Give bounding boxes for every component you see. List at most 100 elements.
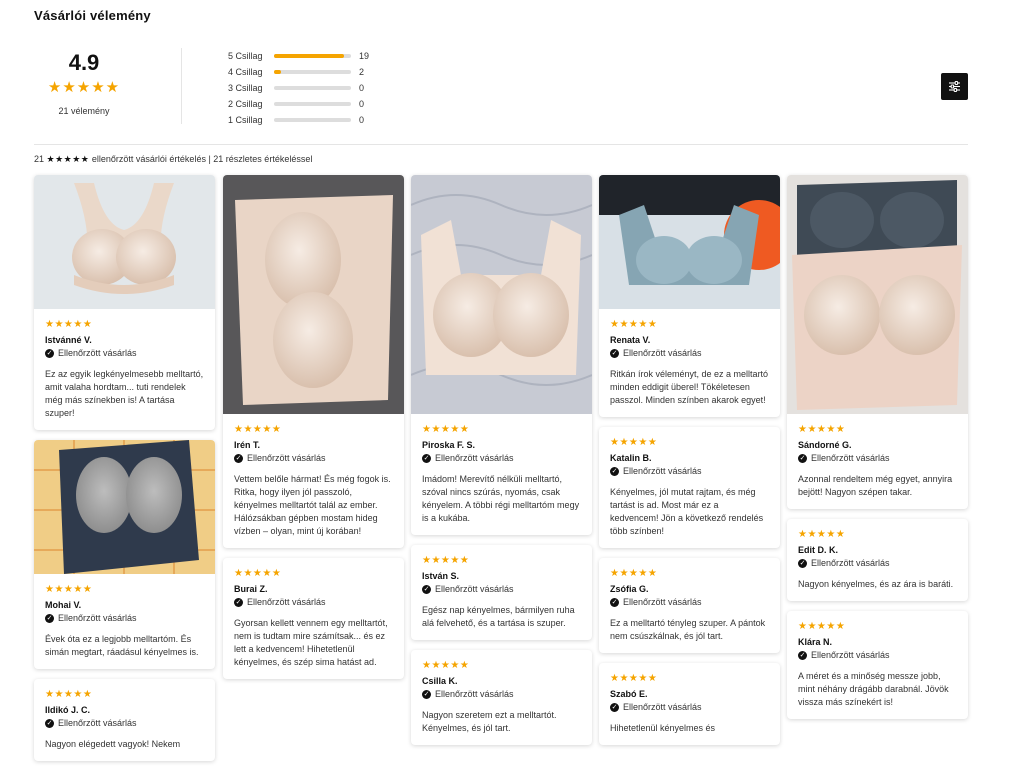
review-card[interactable]: ★★★★★ Zsófia G. ✓ Ellenőrzött vásárlás Ez a …: [599, 558, 780, 653]
histogram-count: 0: [359, 99, 365, 109]
verified-badge: ✓ Ellenőrzött vásárlás: [422, 689, 581, 699]
check-icon: ✓: [422, 453, 431, 463]
verified-label: Ellenőrzött vásárlás: [811, 453, 890, 463]
review-column: ★★★★★ Irén T. ✓ Ellenőrzött vásárlás Vettem …: [223, 175, 404, 689]
review-card[interactable]: ★★★★★ Katalin B. ✓ Ellenőrzött vásárlás Kény…: [599, 427, 780, 548]
section-title: Vásárlói vélemény: [34, 8, 151, 23]
histogram-fill: [274, 54, 344, 58]
reviewer-name: Klára N.: [798, 637, 833, 647]
check-icon: ✓: [798, 453, 807, 463]
review-card[interactable]: ★★★★★ István S. ✓ Ellenőrzött vásárlás Egész…: [411, 545, 592, 640]
verified-badge: ✓ Ellenőrzött vásárlás: [234, 597, 393, 607]
reviewer-name: Csilla K.: [422, 676, 458, 686]
review-text: Ez az egyik legkényelmesebb melltartó, a…: [45, 369, 204, 418]
review-stars: ★★★★★: [422, 660, 470, 671]
rating-summary: 4.9 ★★★★★ 21 vélemény 5 Csillag 19 4 Csill…: [34, 44, 968, 145]
verified-label: Ellenőrzött vásárlás: [623, 597, 702, 607]
review-body: ★★★★★ Szabó E. ✓ Ellenőrzött vásárlás Hihete…: [599, 663, 780, 745]
reviewer-name: Zsófia G.: [610, 584, 649, 594]
histogram-bar: [274, 54, 351, 58]
review-photo[interactable]: [34, 175, 215, 309]
histogram-row[interactable]: 1 Csillag 0: [228, 112, 369, 128]
review-card[interactable]: ★★★★★ Mohai V. ✓ Ellenőrzött vásárlás Évek ó…: [34, 440, 215, 669]
histogram-row[interactable]: 2 Csillag 0: [228, 96, 369, 112]
review-text: Gyorsan kellett vennem egy melltartót, n…: [234, 618, 388, 667]
histogram-count: 0: [359, 115, 365, 125]
review-stars: ★★★★★: [422, 555, 470, 566]
verified-label: Ellenőrzött vásárlás: [623, 702, 702, 712]
verified-label: Ellenőrzött vásárlás: [435, 584, 514, 594]
reviewer-name: Sándorné G.: [798, 440, 852, 450]
verified-label: Ellenőrzött vásárlás: [58, 718, 137, 728]
review-photo[interactable]: [34, 440, 215, 574]
verified-label: Ellenőrzött vásárlás: [58, 348, 137, 358]
review-body: ★★★★★ Piroska F. S. ✓ Ellenőrzött vásárlás I…: [411, 414, 592, 535]
review-stars: ★★★★★: [798, 621, 846, 632]
reviewer-name: Burai Z.: [234, 584, 268, 594]
check-icon: ✓: [45, 613, 54, 623]
reviewer-name: Edit D. K.: [798, 545, 838, 555]
average-rating-block: 4.9 ★★★★★ 21 vélemény: [34, 50, 134, 116]
verified-badge: ✓ Ellenőrzött vásárlás: [234, 453, 393, 463]
review-card[interactable]: ★★★★★ Ildikó J. C. ✓ Ellenőrzött vásárlás Na…: [34, 679, 215, 761]
verified-badge: ✓ Ellenőrzött vásárlás: [422, 584, 581, 594]
review-body: ★★★★★ Csilla K. ✓ Ellenőrzött vásárlás Nagyo…: [411, 650, 592, 745]
histogram-count: 19: [359, 51, 370, 61]
review-body: ★★★★★ István S. ✓ Ellenőrzött vásárlás Egész…: [411, 545, 592, 640]
review-body: ★★★★★ Klára N. ✓ Ellenőrzött vásárlás A mére…: [787, 611, 968, 719]
review-photo[interactable]: [599, 175, 780, 309]
check-icon: ✓: [610, 466, 619, 476]
check-icon: ✓: [798, 558, 807, 568]
check-icon: ✓: [422, 689, 431, 699]
reviewer-name: Katalin B.: [610, 453, 652, 463]
review-card[interactable]: ★★★★★ Burai Z. ✓ Ellenőrzött vásárlás Gyorsa…: [223, 558, 404, 679]
verified-badge: ✓ Ellenőrzött vásárlás: [798, 453, 957, 463]
verified-label: Ellenőrzött vásárlás: [435, 453, 514, 463]
review-body: ★★★★★ Katalin B. ✓ Ellenőrzött vásárlás Kény…: [599, 427, 780, 548]
review-text: A méret és a minőség messze jobb, mint n…: [798, 671, 949, 707]
check-icon: ✓: [610, 702, 619, 712]
reviewer-name: Szabó E.: [610, 689, 648, 699]
verified-label: Ellenőrzött vásárlás: [623, 466, 702, 476]
review-card[interactable]: ★★★★★ Klára N. ✓ Ellenőrzött vásárlás A mére…: [787, 611, 968, 719]
histogram-row[interactable]: 5 Csillag 19: [228, 48, 369, 64]
check-icon: ✓: [234, 453, 243, 463]
check-icon: ✓: [610, 348, 619, 358]
review-card[interactable]: ★★★★★ Piroska F. S. ✓ Ellenőrzött vásárlás I…: [411, 175, 592, 535]
reviewer-name: Istvánné V.: [45, 335, 92, 345]
review-body: ★★★★★ Renata V. ✓ Ellenőrzött vásárlás Ritká…: [599, 309, 780, 417]
histogram-bar: [274, 118, 351, 122]
sliders-icon: [949, 80, 960, 93]
filter-button[interactable]: [941, 73, 968, 100]
review-photo[interactable]: [787, 175, 968, 414]
verified-label: Ellenőrzött vásárlás: [623, 348, 702, 358]
average-stars: ★★★★★: [47, 79, 121, 96]
review-text: Nagyon kényelmes, és az ára is baráti.: [798, 579, 954, 589]
review-text: Vettem belőle hármat! És még fogok is. R…: [234, 474, 391, 536]
review-card[interactable]: ★★★★★ Edit D. K. ✓ Ellenőrzött vásárlás Nagy…: [787, 519, 968, 601]
review-card[interactable]: ★★★★★ Istvánné V. ✓ Ellenőrzött vásárlás Ez …: [34, 175, 215, 430]
review-text: Nagyon elégedett vagyok! Nekem: [45, 739, 181, 749]
verified-badge: ✓ Ellenőrzött vásárlás: [610, 348, 769, 358]
review-photo[interactable]: [223, 175, 404, 414]
review-card[interactable]: ★★★★★ Csilla K. ✓ Ellenőrzött vásárlás Nagyo…: [411, 650, 592, 745]
histogram-row[interactable]: 4 Csillag 2: [228, 64, 369, 80]
review-card[interactable]: ★★★★★ Irén T. ✓ Ellenőrzött vásárlás Vettem …: [223, 175, 404, 548]
review-card[interactable]: ★★★★★ Renata V. ✓ Ellenőrzött vásárlás Ritká…: [599, 175, 780, 417]
review-text: Ritkán írok véleményt, de ez a melltartó…: [610, 369, 769, 405]
review-text: Ez a melltartó tényleg szuper. A pántok …: [610, 618, 766, 641]
histogram-label: 1 Csillag: [228, 115, 263, 125]
review-text: Kényelmes, jól mutat rajtam, és még tart…: [610, 487, 764, 536]
divider: [181, 48, 182, 124]
review-stars: ★★★★★: [422, 424, 470, 435]
reviewer-name: István S.: [422, 571, 460, 581]
verified-badge: ✓ Ellenőrzött vásárlás: [45, 718, 204, 728]
histogram-row[interactable]: 3 Csillag 0: [228, 80, 369, 96]
review-stars: ★★★★★: [45, 584, 93, 595]
review-card[interactable]: ★★★★★ Szabó E. ✓ Ellenőrzött vásárlás Hihete…: [599, 663, 780, 745]
review-card[interactable]: ★★★★★ Sándorné G. ✓ Ellenőrzött vásárlás Azo…: [787, 175, 968, 509]
verified-label: Ellenőrzött vásárlás: [58, 613, 137, 623]
verified-badge: ✓ Ellenőrzött vásárlás: [610, 466, 769, 476]
review-photo[interactable]: [411, 175, 592, 414]
review-column: ★★★★★ Renata V. ✓ Ellenőrzött vásárlás Ritká…: [599, 175, 780, 755]
